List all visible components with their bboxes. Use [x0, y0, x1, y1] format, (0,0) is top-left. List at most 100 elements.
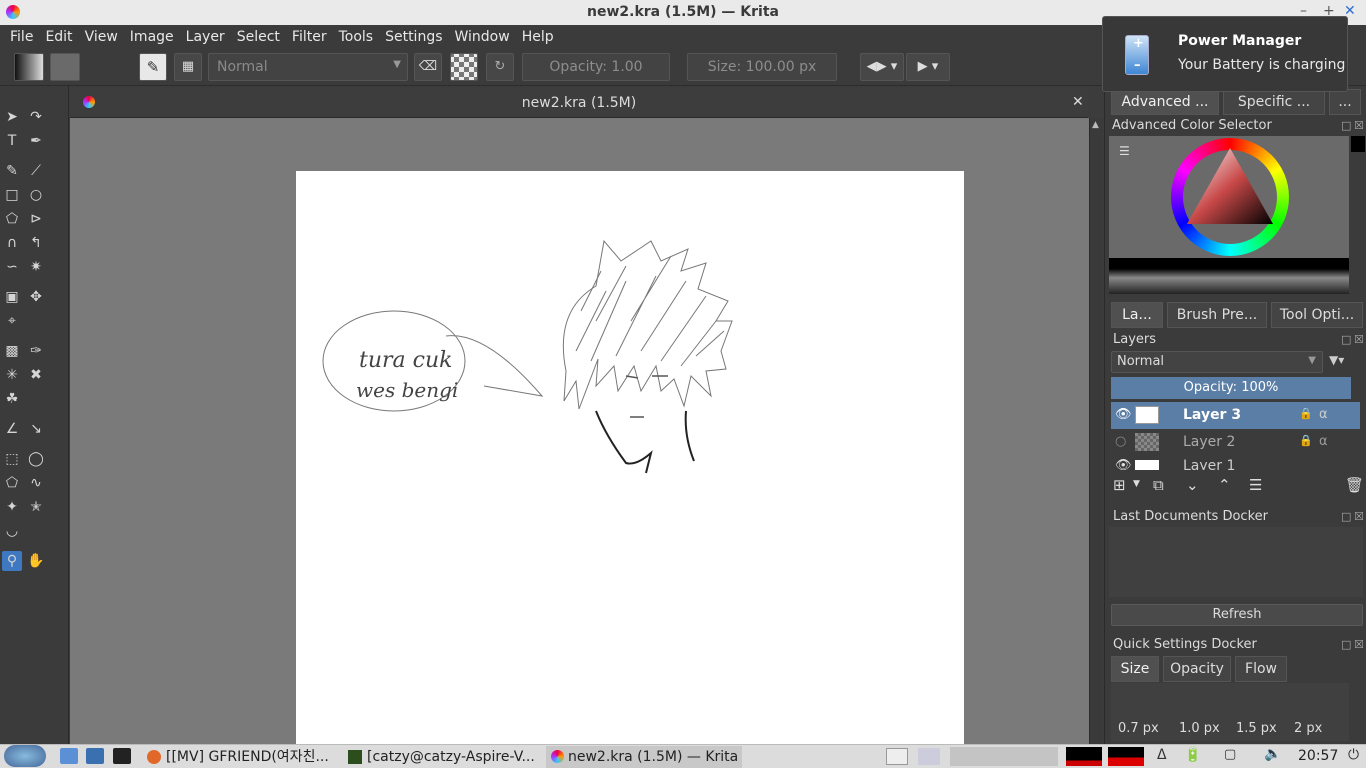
smart-patch-icon[interactable]: ✳: [2, 365, 22, 385]
size-option[interactable]: 0.7 px: [1118, 721, 1159, 736]
scroll-up-icon[interactable]: ▲: [1092, 120, 1099, 130]
power-icon[interactable]: ⏻: [1348, 747, 1359, 763]
brush-presets-grid-icon[interactable]: ▦: [174, 53, 202, 81]
freehand-select-icon[interactable]: ∿: [26, 473, 46, 493]
bezier-select-icon[interactable]: ◡: [2, 521, 22, 541]
last-documents-list[interactable]: [1109, 527, 1363, 597]
add-layer-icon[interactable]: ⊞: [1113, 476, 1126, 494]
battery-tray-icon[interactable]: 🔋: [1184, 747, 1201, 763]
reference-line-icon[interactable]: ↘: [26, 419, 46, 439]
move-layer-up-icon[interactable]: ⌃: [1218, 476, 1231, 494]
canvas-vertical-scrollbar[interactable]: ▲: [1089, 118, 1103, 744]
task-krita[interactable]: new2.kra (1.5M) — Krita: [546, 746, 742, 768]
size-spinbox[interactable]: Size: 100.00 px: [687, 53, 837, 81]
tab-brush-presets[interactable]: Brush Pre...: [1167, 302, 1267, 328]
layer-lock-icon[interactable]: 🔒: [1299, 407, 1313, 420]
alpha-lock-icon[interactable]: α: [1319, 434, 1328, 449]
menu-tools[interactable]: Tools: [333, 29, 380, 45]
terminal-icon[interactable]: [113, 748, 131, 764]
layer-filter-icon[interactable]: ▼▾: [1329, 353, 1344, 367]
hue-ring[interactable]: [1171, 138, 1289, 256]
freehand-brush-icon[interactable]: ✎: [2, 161, 22, 181]
quick-settings-float-icon[interactable]: □: [1341, 638, 1351, 651]
ellipse-select-icon[interactable]: ◯: [26, 449, 46, 469]
layer-lock-icon[interactable]: 🔒: [1299, 434, 1313, 447]
docker-close-icon[interactable]: ☒: [1354, 119, 1364, 132]
eraser-toggle-icon[interactable]: ⌫: [414, 53, 442, 81]
current-color-swatch[interactable]: [1351, 136, 1365, 152]
color-picker-icon[interactable]: ✑: [26, 341, 46, 361]
menu-view[interactable]: View: [79, 29, 124, 45]
text-tool-icon[interactable]: T: [2, 131, 22, 151]
rect-select-icon[interactable]: ⬚: [2, 449, 22, 469]
tab-specific[interactable]: Specific ...: [1223, 89, 1325, 115]
pan-tool-icon[interactable]: ✋: [26, 551, 46, 571]
layer-row-1[interactable]: 👁 Layer 1: [1111, 456, 1360, 470]
size-option[interactable]: 2 px: [1294, 721, 1322, 736]
preserve-alpha-icon[interactable]: [450, 53, 478, 81]
tab-tool-options[interactable]: Tool Opti...: [1271, 302, 1363, 328]
color-selector-area[interactable]: ☰: [1109, 136, 1349, 294]
drawing-canvas[interactable]: tura cuk wes bengi: [296, 171, 964, 744]
tab-layers[interactable]: La...: [1111, 302, 1163, 328]
edit-shapes-icon[interactable]: ↷: [26, 107, 46, 127]
freehand-path-icon[interactable]: ↰: [26, 233, 46, 253]
brush-preset-button[interactable]: ✎: [139, 53, 167, 81]
bluetooth-icon[interactable]: ᐃ: [1157, 747, 1167, 763]
line-tool-icon[interactable]: ⟋: [26, 161, 46, 181]
quick-settings-close-icon[interactable]: ☒: [1354, 638, 1364, 651]
polyline-tool-icon[interactable]: ⊳: [26, 209, 46, 229]
docker-float-icon[interactable]: □: [1341, 119, 1351, 132]
menu-settings[interactable]: Settings: [379, 29, 448, 45]
measure-tool-icon[interactable]: ∠: [2, 419, 22, 439]
pattern-preset-button[interactable]: [50, 53, 80, 81]
visibility-off-icon[interactable]: ○: [1115, 434, 1126, 449]
shade-strip[interactable]: [1109, 258, 1349, 294]
quick-size-list[interactable]: 0.7 px 1.0 px 1.5 px 2 px: [1111, 683, 1349, 741]
blend-mode-select[interactable]: Normal ▼: [208, 53, 408, 81]
gradient-preset-button[interactable]: [14, 53, 44, 81]
close-document-icon[interactable]: ✕: [1072, 94, 1084, 110]
desktop-icon[interactable]: [86, 748, 104, 764]
tab-quick-flow[interactable]: Flow: [1235, 656, 1287, 682]
clock[interactable]: 20:57: [1298, 748, 1338, 764]
menu-filter[interactable]: Filter: [286, 29, 333, 45]
menu-layer[interactable]: Layer: [180, 29, 231, 45]
fill-tool-icon[interactable]: ☘: [2, 389, 22, 409]
zoom-tool-icon[interactable]: ⚲: [2, 551, 22, 571]
polygon-tool-icon[interactable]: ⬠: [2, 209, 22, 229]
color-triangle[interactable]: [1171, 138, 1289, 256]
layer-row-2[interactable]: ○ Layer 2 🔒 α: [1111, 429, 1360, 456]
network-icon[interactable]: ▢: [1224, 747, 1236, 762]
start-menu-icon[interactable]: [4, 745, 46, 767]
reload-preset-icon[interactable]: ↻: [486, 53, 514, 81]
tab-quick-opacity[interactable]: Opacity: [1163, 656, 1231, 682]
task-terminal[interactable]: [catzy@catzy-Aspire-V...: [345, 746, 541, 768]
ellipse-tool-icon[interactable]: ○: [26, 185, 46, 205]
layers-close-icon[interactable]: ☒: [1354, 333, 1364, 346]
power-manager-notification[interactable]: + – Power Manager Your Battery is chargi…: [1102, 16, 1348, 92]
add-layer-dropdown-icon[interactable]: ▼: [1133, 479, 1140, 489]
alpha-lock-icon[interactable]: α: [1319, 407, 1328, 422]
menu-help[interactable]: Help: [516, 29, 560, 45]
layers-blend-select[interactable]: Normal ▼: [1111, 351, 1323, 373]
calligraphy-icon[interactable]: ✒: [26, 131, 46, 151]
move-layer-down-icon[interactable]: ⌄: [1186, 476, 1199, 494]
tab-quick-size[interactable]: Size: [1111, 656, 1159, 682]
duplicate-layer-icon[interactable]: ⧉: [1153, 476, 1164, 494]
size-option[interactable]: 1.0 px: [1179, 721, 1220, 736]
last-docs-float-icon[interactable]: □: [1341, 510, 1351, 523]
move-tool-icon[interactable]: ✥: [26, 287, 46, 307]
menu-edit[interactable]: Edit: [39, 29, 78, 45]
visibility-eye-icon[interactable]: 👁: [1115, 458, 1132, 470]
size-option[interactable]: 1.5 px: [1236, 721, 1277, 736]
mirror-horizontal-icon[interactable]: ◀▶ ▾: [860, 53, 904, 81]
file-manager-icon[interactable]: [60, 748, 78, 764]
layers-float-icon[interactable]: □: [1341, 333, 1351, 346]
menu-select[interactable]: Select: [231, 29, 286, 45]
menu-window[interactable]: Window: [449, 29, 516, 45]
layer-row-3[interactable]: 👁 Layer 3 🔒 α: [1111, 402, 1360, 429]
mirror-vertical-icon[interactable]: ▶ ▾: [906, 53, 950, 81]
layer-properties-icon[interactable]: ☰: [1249, 476, 1262, 494]
select-shapes-icon[interactable]: ➤: [2, 107, 22, 127]
